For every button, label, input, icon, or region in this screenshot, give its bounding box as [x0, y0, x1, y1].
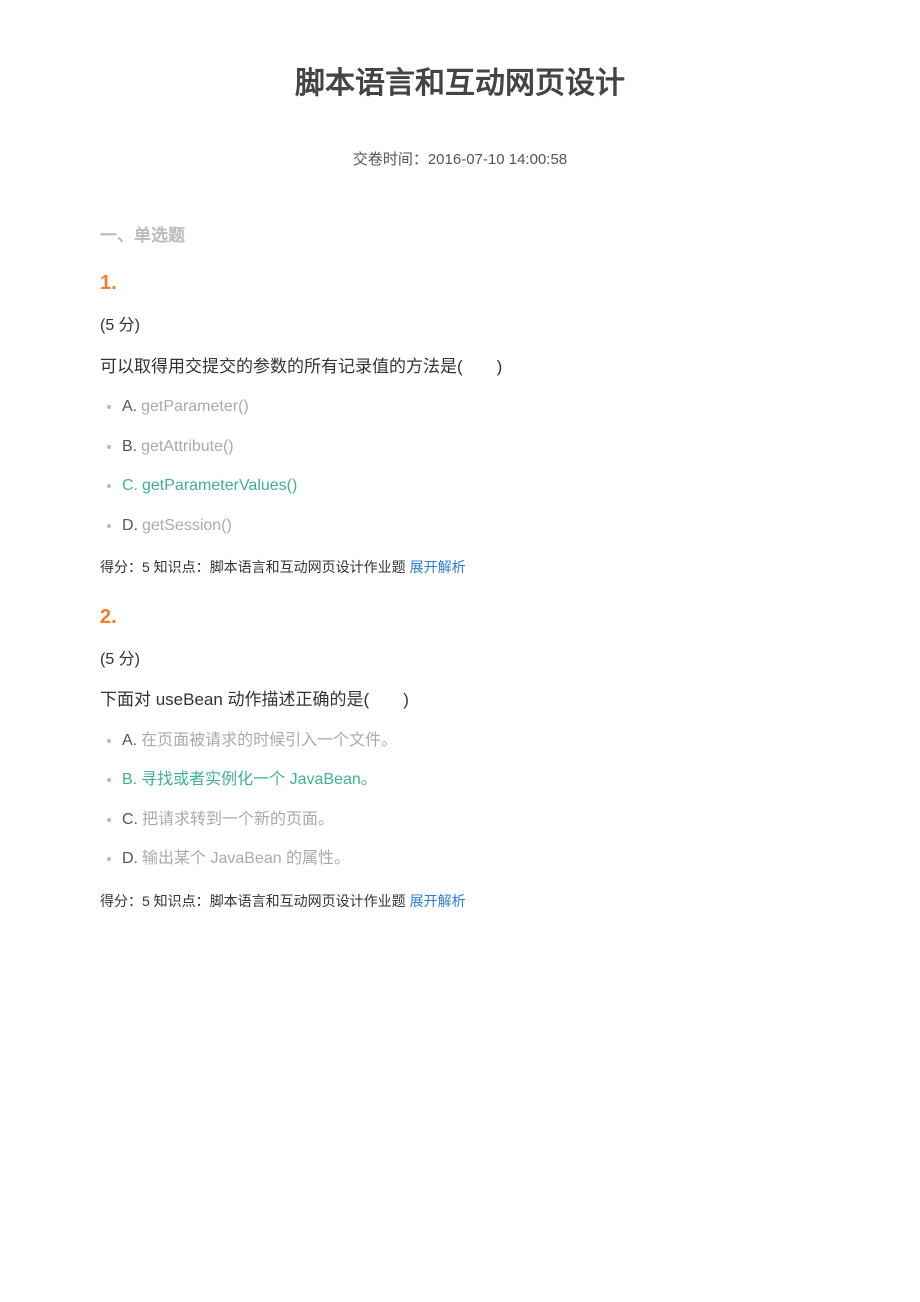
option-item[interactable]: C.getParameterValues(): [122, 473, 820, 499]
option-label: D.: [122, 517, 138, 534]
option-label: C.: [122, 477, 138, 494]
option-item[interactable]: B.getAttribute(): [122, 434, 820, 460]
expand-link[interactable]: 展开解析: [410, 893, 466, 909]
questions-container: 1.(5 分)可以取得用交提交的参数的所有记录值的方法是( )A.getPara…: [100, 267, 820, 912]
option-label: C.: [122, 811, 138, 828]
score-line: 得分：5 知识点：脚本语言和互动网页设计作业题 展开解析: [100, 556, 820, 578]
question-number: 1.: [100, 267, 820, 299]
option-label: A.: [122, 398, 137, 415]
option-text: getParameterValues(): [142, 477, 297, 494]
option-item[interactable]: D.getSession(): [122, 513, 820, 539]
score-value: 5: [142, 893, 150, 909]
option-label: A.: [122, 732, 137, 749]
option-item[interactable]: A.getParameter(): [122, 394, 820, 420]
kp-text: 脚本语言和互动网页设计作业题: [210, 559, 406, 575]
option-text: 把请求转到一个新的页面。: [142, 811, 334, 828]
section-heading: 一、单选题: [100, 222, 820, 249]
submit-time: 交卷时间：2016-07-10 14:00:58: [100, 148, 820, 172]
question-points: (5 分): [100, 647, 820, 673]
option-text: 输出某个 JavaBean 的属性。: [142, 850, 350, 867]
option-text: getSession(): [142, 517, 232, 534]
score-prefix: 得分：: [100, 893, 142, 909]
question-stem: 下面对 useBean 动作描述正确的是( ): [100, 686, 820, 713]
option-label: B.: [122, 438, 137, 455]
kp-prefix: 知识点：: [150, 893, 210, 909]
option-text: getAttribute(): [141, 438, 233, 455]
options-list: A.getParameter()B.getAttribute()C.getPar…: [100, 394, 820, 538]
question-number: 2.: [100, 601, 820, 633]
option-text: 在页面被请求的时候引入一个文件。: [141, 732, 397, 749]
option-label: D.: [122, 850, 138, 867]
option-text: 寻找或者实例化一个 JavaBean。: [141, 771, 377, 788]
question-points: (5 分): [100, 313, 820, 339]
page-title: 脚本语言和互动网页设计: [100, 60, 820, 108]
option-item[interactable]: A.在页面被请求的时候引入一个文件。: [122, 728, 820, 754]
expand-link[interactable]: 展开解析: [410, 559, 466, 575]
option-item[interactable]: B.寻找或者实例化一个 JavaBean。: [122, 767, 820, 793]
option-text: getParameter(): [141, 398, 249, 415]
score-prefix: 得分：: [100, 559, 142, 575]
option-item[interactable]: D.输出某个 JavaBean 的属性。: [122, 846, 820, 872]
kp-text: 脚本语言和互动网页设计作业题: [210, 893, 406, 909]
option-label: B.: [122, 771, 137, 788]
options-list: A.在页面被请求的时候引入一个文件。 B.寻找或者实例化一个 JavaBean。 C…: [100, 728, 820, 872]
kp-prefix: 知识点：: [150, 559, 210, 575]
question-stem: 可以取得用交提交的参数的所有记录值的方法是( ): [100, 353, 820, 380]
score-value: 5: [142, 559, 150, 575]
score-line: 得分：5 知识点：脚本语言和互动网页设计作业题 展开解析: [100, 890, 820, 912]
option-item[interactable]: C.把请求转到一个新的页面。: [122, 807, 820, 833]
